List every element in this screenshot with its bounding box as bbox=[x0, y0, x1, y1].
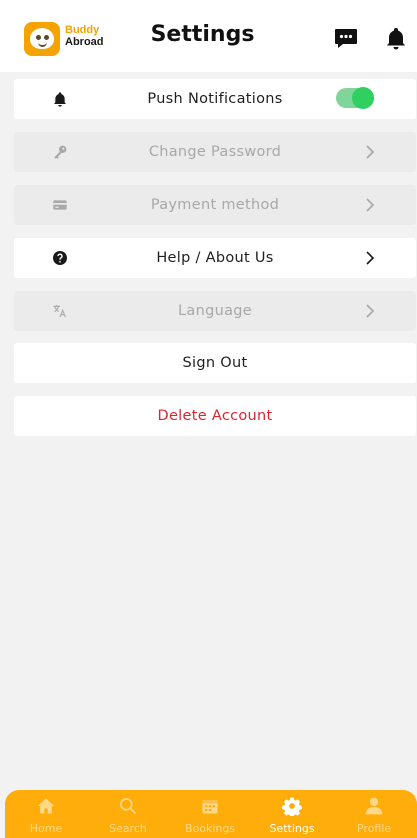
payment-method-label: Payment method bbox=[150, 197, 280, 213]
search-icon bbox=[120, 798, 137, 815]
nav-label-profile: Profile bbox=[356, 822, 392, 835]
settings-screen: Buddy Abroad Settings Push Notifications bbox=[0, 0, 417, 838]
brand-line-1: Buddy bbox=[65, 24, 100, 36]
nav-item-profile[interactable]: Profile bbox=[333, 790, 415, 838]
sign-out-button[interactable]: Sign Out bbox=[14, 343, 416, 383]
language-row[interactable]: Language bbox=[14, 291, 416, 331]
bottom-nav: Home Search Bookings Settings Profile bbox=[5, 790, 417, 838]
help-circle-icon bbox=[53, 251, 67, 265]
nav-item-settings[interactable]: Settings bbox=[251, 790, 333, 838]
payment-method-row[interactable]: Payment method bbox=[14, 185, 416, 225]
delete-account-label: Delete Account bbox=[157, 408, 273, 424]
person-icon bbox=[365, 797, 383, 815]
brand-line-2: Abroad bbox=[65, 36, 104, 48]
help-about-row[interactable]: Help / About Us bbox=[14, 238, 416, 278]
push-notifications-row: Push Notifications bbox=[14, 79, 416, 119]
app-header: Buddy Abroad Settings bbox=[0, 0, 417, 72]
sign-out-label: Sign Out bbox=[182, 355, 248, 371]
nav-label-home: Home bbox=[29, 822, 63, 835]
bell-icon bbox=[54, 92, 66, 107]
chat-icon[interactable] bbox=[334, 26, 358, 50]
change-password-label: Change Password bbox=[148, 144, 282, 160]
credit-card-icon bbox=[53, 200, 67, 210]
bell-icon[interactable] bbox=[384, 26, 408, 50]
translate-icon bbox=[53, 305, 66, 318]
push-notifications-toggle[interactable] bbox=[336, 87, 374, 109]
key-icon bbox=[54, 145, 67, 159]
delete-account-button[interactable]: Delete Account bbox=[14, 396, 416, 436]
toggle-knob bbox=[352, 87, 374, 109]
chevron-right-icon bbox=[366, 198, 375, 212]
nav-label-search: Search bbox=[109, 822, 147, 835]
help-about-label: Help / About Us bbox=[156, 250, 274, 266]
nav-label-settings: Settings bbox=[269, 822, 315, 835]
push-notifications-label: Push Notifications bbox=[147, 91, 283, 107]
gear-icon bbox=[282, 797, 302, 816]
language-label: Language bbox=[178, 303, 252, 319]
buddy-abroad-logo bbox=[24, 22, 60, 56]
chevron-right-icon bbox=[366, 145, 375, 159]
page-title: Settings bbox=[150, 22, 255, 47]
home-icon bbox=[37, 798, 55, 814]
nav-label-bookings: Bookings bbox=[184, 822, 236, 835]
brand-name: Buddy Abroad bbox=[65, 24, 104, 48]
nav-item-search[interactable]: Search bbox=[87, 790, 169, 838]
nav-item-home[interactable]: Home bbox=[5, 790, 87, 838]
nav-item-bookings[interactable]: Bookings bbox=[169, 790, 251, 838]
calendar-icon bbox=[202, 800, 218, 814]
change-password-row[interactable]: Change Password bbox=[14, 132, 416, 172]
chevron-right-icon bbox=[366, 304, 375, 318]
chevron-right-icon bbox=[366, 251, 375, 265]
